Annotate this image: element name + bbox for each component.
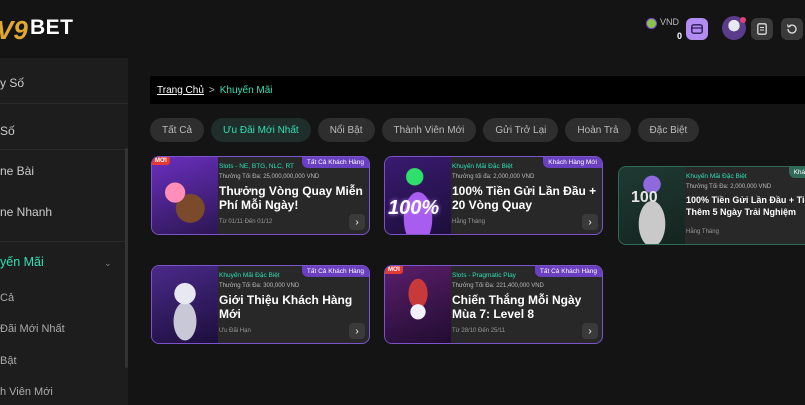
document-icon: [757, 23, 767, 35]
main-content: Trang Chủ > Khuyến Mãi Tất Cả Ưu Đãi Mới…: [128, 58, 805, 405]
sidebar-subitem-latest[interactable]: Đãi Mới Nhất: [0, 323, 65, 335]
promo-title: Chiến Thắng Mỗi Ngày Mùa 7: Level 8: [452, 293, 582, 321]
chevron-right-icon[interactable]: ›: [349, 323, 365, 339]
currency-label: VND: [660, 17, 680, 27]
promo-card[interactable]: Tất Cả Khách Hàng Khuyến Mãi Đặc Biệt Th…: [151, 265, 370, 344]
tab-latest[interactable]: Ưu Đãi Mới Nhất: [211, 118, 311, 142]
art-text-100: 100%: [388, 197, 440, 219]
promo-max-bonus: Thưởng Tối Đa: 2,000,000 VND: [686, 184, 772, 190]
chevron-down-icon[interactable]: ⌄: [104, 258, 112, 269]
breadcrumb: Trang Chủ > Khuyến Mãi: [150, 76, 805, 104]
tab-new-member[interactable]: Thành Viên Mới: [381, 118, 477, 142]
promo-title: 100% Tiền Gửi Lần Đầu + 20 Vòng Quay: [452, 184, 597, 212]
tab-all[interactable]: Tất Cả: [150, 118, 205, 142]
promo-art-100-trophy: 100: [619, 167, 685, 244]
sidebar-item-promotions[interactable]: yến Mãi: [0, 255, 44, 269]
audience-badge: Tất Cả Khách Hàng: [301, 157, 369, 168]
promo-art-100-percent: 100%: [385, 157, 451, 234]
promo-category: Khuyến Mãi Đặc Biệt: [686, 173, 747, 180]
promo-category: Slots - Pragmatic Play: [452, 272, 516, 279]
promo-date: Từ 01/11 Đến 01/12: [219, 219, 273, 225]
promo-max-bonus: Thưởng Tối Đa: 221,400,000 VND: [452, 283, 544, 289]
promo-card[interactable]: MỚI Tất Cả Khách Hàng Slots - NE, BTG, N…: [151, 156, 370, 235]
art-text-100: 100: [631, 189, 658, 206]
tab-reload[interactable]: Gửi Trở Lại: [483, 118, 559, 142]
top-bar: V9 BET VND 0: [0, 0, 805, 58]
breadcrumb-separator: >: [208, 84, 215, 96]
coin-icon: [646, 18, 657, 29]
brand-logo[interactable]: V9 BET: [0, 12, 74, 44]
sidebar-divider: [0, 149, 128, 150]
sidebar: y Số Số ne Bài ne Nhanh yến Mãi ⌄ Cả Đãi…: [0, 58, 128, 405]
promo-category: Khuyến Mãi Đặc Biệt: [219, 272, 280, 279]
sidebar-item-numbers[interactable]: Số: [0, 124, 15, 138]
promo-category: Slots - NE, BTG, NLC, RT: [219, 163, 295, 170]
wallet-balance[interactable]: VND 0: [646, 16, 682, 44]
promo-art-slot-character: [152, 157, 218, 234]
promo-date: Ưu Đãi Hạn: [219, 328, 251, 334]
sidebar-divider: [0, 103, 128, 104]
chevron-right-icon[interactable]: ›: [582, 214, 598, 230]
promo-category: Khuyến Mãi Đặc Biệt: [452, 163, 513, 170]
promo-title: Thưởng Vòng Quay Miễn Phí Mỗi Ngày!: [219, 184, 363, 212]
logo-mark: V9: [0, 12, 34, 44]
logo-mark-text: V9: [0, 15, 28, 44]
tab-special[interactable]: Đặc Biệt: [637, 118, 700, 142]
history-button[interactable]: [781, 18, 803, 40]
audience-badge: Tất Cả Khách Hàng: [301, 266, 369, 277]
balance-value: 0: [676, 31, 682, 41]
sidebar-subitem-new-member[interactable]: h Viên Mới: [0, 386, 53, 398]
breadcrumb-home-link[interactable]: Trang Chủ: [157, 85, 204, 96]
tab-featured[interactable]: Nổi Bật: [317, 118, 375, 142]
sidebar-item-card-games[interactable]: ne Bài: [0, 164, 34, 178]
promo-art-astronaut: [152, 266, 218, 343]
audience-badge: Tất Cả Khách Hàng: [534, 266, 602, 277]
promo-card[interactable]: MỚI Tất Cả Khách Hàng Slots - Pragmatic …: [384, 265, 603, 344]
promo-date: Từ 28/10 Đến 25/11: [452, 328, 506, 334]
promo-title: Giới Thiệu Khách Hàng Mới: [219, 293, 353, 321]
audience-badge: Khách: [788, 167, 805, 178]
sidebar-subitem-featured[interactable]: Bật: [0, 355, 17, 367]
new-badge: MỚI: [152, 157, 170, 165]
tab-rebate[interactable]: Hoàn Trả: [565, 118, 631, 142]
promo-date: Hằng Tháng: [686, 229, 719, 235]
sidebar-divider: [0, 241, 128, 242]
notification-dot: [740, 17, 746, 23]
history-icon: [786, 24, 797, 34]
transactions-button[interactable]: [751, 18, 773, 40]
promo-card[interactable]: 100% Khách Hàng Mới Khuyến Mãi Đặc Biệt …: [384, 156, 603, 235]
promo-max-bonus: Thưởng tối đa: 2,000,000 VND: [452, 174, 535, 180]
chevron-right-icon[interactable]: ›: [349, 214, 365, 230]
audience-badge: Khách Hàng Mới: [543, 157, 602, 168]
promo-filter-tabs: Tất Cả Ưu Đãi Mới Nhất Nổi Bật Thành Viê…: [150, 118, 700, 142]
sidebar-item-lottery[interactable]: y Số: [0, 76, 24, 90]
logo-text: BET: [30, 16, 74, 39]
promo-max-bonus: Thưởng Tối Đa: 300,000 VND: [219, 283, 300, 289]
chevron-right-icon[interactable]: ›: [582, 323, 598, 339]
promo-art-fortune-teller: [385, 266, 451, 343]
wallet-icon: [691, 24, 703, 34]
promo-title: 100% Tiền Gửi Lần Đầu + Tiền Thêm 5 Ngày…: [686, 195, 805, 217]
deposit-button[interactable]: [686, 18, 708, 40]
promo-max-bonus: Thưởng Tối Đa: 25,000,000,000 VND: [219, 174, 320, 180]
breadcrumb-current: Khuyến Mãi: [219, 84, 273, 96]
promo-date: Hằng Tháng: [452, 219, 485, 225]
new-badge: MỚI: [385, 266, 403, 274]
sidebar-subitem-all[interactable]: Cả: [0, 292, 14, 304]
sidebar-item-quick-games[interactable]: ne Nhanh: [0, 205, 52, 219]
promo-card[interactable]: 100 Khách Khuyến Mãi Đặc Biệt Thưởng Tối…: [618, 166, 805, 245]
